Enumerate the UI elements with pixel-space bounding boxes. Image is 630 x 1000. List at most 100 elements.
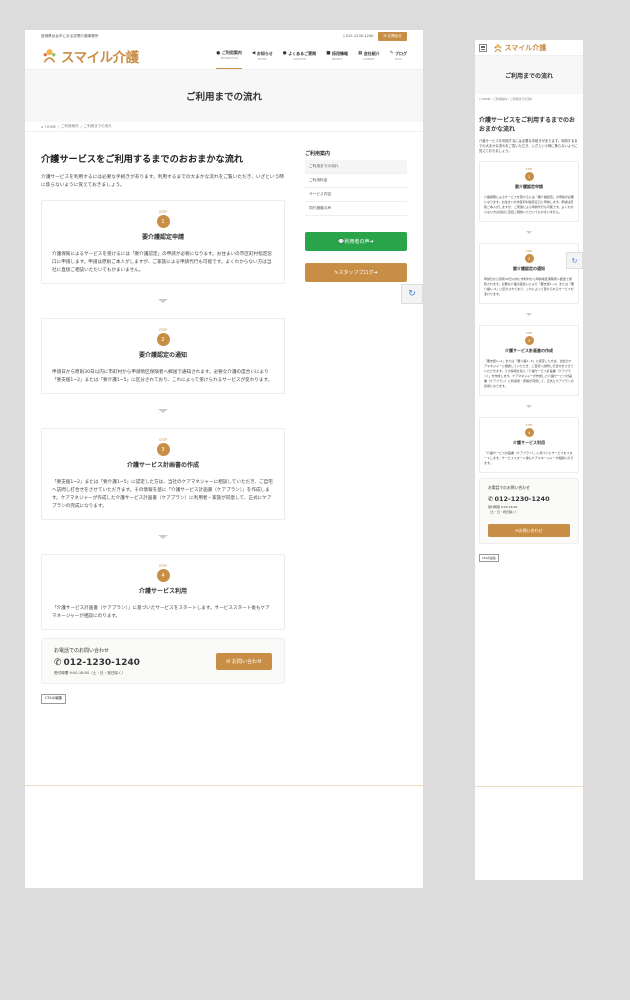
sidebar-item-voice[interactable]: 同行援護の声 bbox=[305, 202, 407, 216]
step-label: STEP bbox=[159, 328, 167, 332]
nav-sub: BLOG bbox=[395, 57, 402, 61]
step-card: STEP 2 要介護認定の通知 申請日から原則30日以内に市町村から申請地区保険… bbox=[41, 318, 285, 394]
cta-hours: 受付時間 9:00-18:00（土・日・祝日除く） bbox=[54, 671, 126, 675]
home-icon: ⌂ bbox=[41, 124, 44, 129]
breadcrumb-home[interactable]: HOME bbox=[45, 125, 56, 129]
step-card: STEP 3 介護サービス計画書の作成 「要支援1~2」または「要介護1~5」に… bbox=[41, 428, 285, 520]
step-title: 介護サービス計画書の作成 bbox=[505, 348, 553, 353]
mobile-main: 介護サービスをご利用するまでのおおまかな流れ 介護サービスを利用するには必要な手… bbox=[475, 117, 583, 563]
site-header: スマイル介護 ● ご利用案内 INFORMATION ◀ お知らせ NOTICE ●… bbox=[25, 42, 423, 70]
breadcrumb-sep: / bbox=[491, 97, 493, 101]
step-body: 「要支援1~2」または「要介護1~5」に認定した方は、当社のケアマネジャーに相談… bbox=[52, 480, 273, 509]
step-label: STEP bbox=[525, 250, 533, 253]
briefcase-icon: ■ bbox=[326, 51, 331, 56]
step-number: 4 bbox=[524, 428, 534, 437]
top-contact-button[interactable]: ✉ お問合せ bbox=[378, 31, 407, 41]
arrow-down-icon bbox=[158, 299, 168, 303]
step-title: 要介護認定申請 bbox=[515, 184, 543, 189]
page-title: ご利用までの流れ bbox=[475, 56, 583, 94]
home-icon: ⌂ bbox=[479, 97, 481, 101]
staff-blog-button[interactable]: ✎ スタッフブログ ➔ bbox=[305, 263, 407, 282]
breadcrumb-home[interactable]: HOME bbox=[482, 97, 491, 101]
step-title: 介護サービス利用 bbox=[138, 588, 187, 595]
breadcrumb-sep: / bbox=[80, 124, 82, 129]
nav-item-notice[interactable]: ◀ お知らせ NOTICE bbox=[252, 42, 273, 69]
step-card: STEP 3 介護サービス計画書の作成 「要支援1~2」または「要介護1~5」に… bbox=[479, 325, 579, 396]
cta-button-label: お問い合わせ bbox=[231, 659, 262, 665]
cta-edit-button[interactable]: CTAの編集 bbox=[41, 693, 67, 704]
step-number: 3 bbox=[524, 336, 534, 345]
step-title: 要介護認定の通知 bbox=[138, 352, 187, 359]
step-body: 「介護サービス計画書（ケアプラン）」に基づいたサービスをスタートします。サービス… bbox=[52, 606, 270, 619]
pencil-icon: ✎ bbox=[389, 51, 394, 56]
section-heading: 介護サービスをご利用するまでのおおまかな流れ bbox=[479, 117, 576, 133]
cta-contact-button[interactable]: ✉ お問い合わせ bbox=[488, 524, 570, 537]
voice-button-label: 利用者の声 bbox=[344, 239, 370, 245]
step-body: 「介護サービス計画書（ケアプラン）」に基づいたサービスをスタートします。サービス… bbox=[484, 451, 574, 465]
nav-label: よくあるご質問 bbox=[288, 50, 317, 56]
sidebar-title: ご利用案内 bbox=[305, 151, 331, 157]
arrow-down-icon bbox=[526, 231, 532, 234]
voice-button[interactable]: 💬 利用者の声 ➔ bbox=[305, 232, 407, 251]
info-circle-icon: ● bbox=[216, 50, 221, 56]
step-number: 4 bbox=[156, 569, 170, 582]
sidebar-item-service[interactable]: サービス内容 bbox=[305, 188, 407, 202]
step-title: 要介護認定申請 bbox=[141, 234, 184, 241]
breadcrumb-current: ご利用までの流れ bbox=[83, 124, 112, 128]
section-heading: 介護サービスをご利用するまでのおおまかな流れ bbox=[41, 154, 244, 165]
arrow-down-icon bbox=[158, 535, 168, 539]
step-body: 申請日から原則30日以内に市町村から申請地区保険者へ郵送で通知されます。必要な介… bbox=[484, 277, 574, 296]
footer-divider bbox=[25, 785, 423, 786]
top-phone-number: 012-1230-1240 bbox=[345, 34, 374, 38]
building-icon: ▦ bbox=[357, 51, 363, 56]
sidebar-item-fee[interactable]: ご利用料金 bbox=[305, 174, 407, 188]
mobile-view: スマイル介護 ご利用までの流れ ⌂ HOME / ご利用案内 / ご利用までの流… bbox=[475, 40, 583, 880]
step-label: STEP bbox=[525, 424, 533, 427]
nav-item-recruit[interactable]: ■ 採用情報 RECRUIT bbox=[326, 42, 348, 69]
nav-item-information[interactable]: ● ご利用案内 INFORMATION bbox=[216, 42, 242, 69]
cta-title: お電話でのお問い合わせ bbox=[488, 485, 530, 490]
nav-label: ご利用案内 bbox=[221, 50, 242, 55]
top-bar: 宮城県仙台市にある訪問介護事業所 ▯ 012-1230-1240 ✉ お問合せ bbox=[25, 30, 423, 42]
breadcrumb: ⌂ HOME / ご利用案内 / ご利用までの流れ bbox=[25, 122, 423, 132]
mobile-logo[interactable]: スマイル介護 bbox=[493, 43, 546, 53]
main-content: 介護サービスをご利用するまでのおおまかな流れ 介護サービスを利用するには必要な手… bbox=[41, 132, 285, 704]
cta-phone[interactable]: ✆ 012-1230-1240 bbox=[54, 658, 140, 668]
site-logo[interactable]: スマイル介護 bbox=[41, 46, 139, 66]
arrow-right-icon: ➔ bbox=[373, 269, 378, 276]
nav-sub: COMPANY bbox=[362, 57, 375, 61]
nav-item-blog[interactable]: ✎ ブログ BLOG bbox=[390, 42, 407, 69]
cta-box: お電話でのお問い合わせ ✆ 012-1230-1240 受付時間 9:00-18:… bbox=[479, 478, 579, 544]
cta-hours-line2: （土・日・祝日除く） bbox=[488, 509, 519, 514]
cta-phone[interactable]: ✆ 012-1230-1240 bbox=[488, 495, 570, 503]
step-card: STEP 2 要介護認定の通知 申請日から原則30日以内に市町村から申請地区保険… bbox=[479, 243, 579, 304]
cta-hours: 受付時間 9:00-18:00 （土・日・祝日除く） bbox=[488, 505, 570, 514]
step-body: 介護保険によるサービスを受けるには「要介護認定」の申請が必要になります。お住まい… bbox=[52, 252, 272, 273]
sidebar: ご利用案内 ご利用までの流れ ご利用料金 サービス内容 同行援護の声 💬 利用者… bbox=[305, 132, 407, 704]
logo-text: スマイル介護 bbox=[61, 49, 139, 66]
megaphone-icon: ◀ bbox=[251, 51, 256, 56]
top-phone: ▯ 012-1230-1240 bbox=[343, 34, 374, 38]
nav-item-company[interactable]: ▦ 会社紹介 COMPANY bbox=[358, 42, 380, 69]
hamburger-icon[interactable] bbox=[479, 43, 487, 52]
step-card: STEP 1 要介護認定申請 介護保険によるサービスを受けるには「要介護認定」の… bbox=[479, 161, 579, 222]
cta-box: お電話でのお問い合わせ ✆ 012-1230-1240 受付時間 9:00-18:… bbox=[41, 638, 285, 684]
main-nav: ● ご利用案内 INFORMATION ◀ お知らせ NOTICE ● よくあるご質問… bbox=[216, 42, 407, 69]
cta-contact-button[interactable]: ✉ お問い合わせ bbox=[216, 653, 272, 670]
step-title: 介護サービス計画書の作成 bbox=[126, 462, 199, 469]
page-title: ご利用までの流れ bbox=[25, 70, 423, 122]
recaptcha-icon[interactable]: ↻ bbox=[566, 252, 583, 269]
sidebar-item-flow[interactable]: ご利用までの流れ bbox=[305, 160, 407, 174]
breadcrumb-sep: / bbox=[508, 97, 510, 101]
mobile-header: スマイル介護 bbox=[475, 40, 583, 56]
step-number: 2 bbox=[156, 333, 170, 346]
nav-sub: INFORMATION bbox=[220, 57, 238, 60]
breadcrumb-parent[interactable]: ご利用案内 bbox=[493, 97, 507, 101]
recaptcha-icon[interactable]: ↻ bbox=[401, 284, 423, 304]
cta-edit-button[interactable]: CTAの編集 bbox=[479, 554, 499, 562]
cta-button-label: お問い合わせ bbox=[518, 527, 543, 533]
cta-title: お電話でのお問い合わせ bbox=[54, 648, 110, 654]
step-number: 1 bbox=[524, 172, 534, 181]
breadcrumb-parent[interactable]: ご利用案内 bbox=[61, 124, 79, 129]
nav-item-question[interactable]: ● よくあるご質問 QUESTION bbox=[283, 42, 316, 69]
